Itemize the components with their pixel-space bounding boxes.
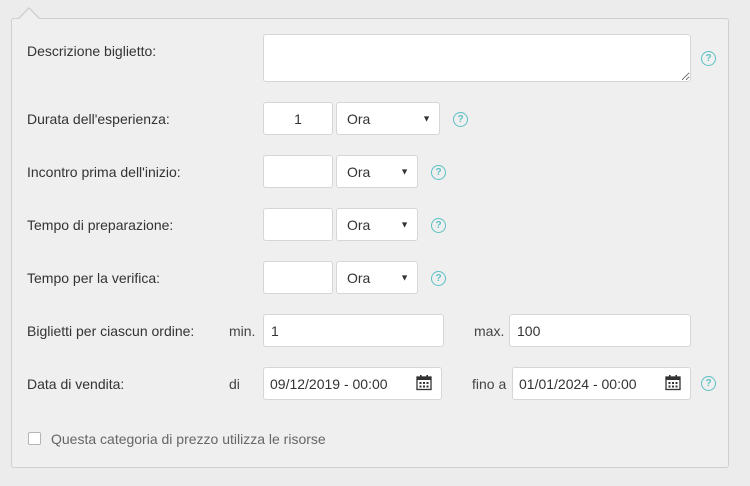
chevron-down-icon: ▼ bbox=[400, 219, 409, 229]
chevron-down-icon: ▼ bbox=[400, 272, 409, 282]
sale-date-to-input[interactable]: 01/01/2024 - 00:00 bbox=[512, 367, 691, 400]
duration-number-input[interactable]: 1 bbox=[263, 102, 333, 135]
tickets-min-input[interactable]: 1 bbox=[263, 314, 444, 347]
sale-date-to-label: fino a bbox=[472, 376, 507, 392]
duration-help-icon[interactable]: ? bbox=[453, 112, 468, 127]
chevron-down-icon: ▼ bbox=[400, 166, 409, 176]
preparation-unit-select[interactable]: Ora ▼ bbox=[336, 208, 418, 241]
description-label: Descrizione biglietto: bbox=[27, 43, 157, 59]
duration-label: Durata dell'esperienza: bbox=[27, 111, 170, 127]
sale-date-to-value: 01/01/2024 - 00:00 bbox=[519, 375, 637, 392]
preparation-unit-value: Ora bbox=[347, 216, 371, 233]
uses-resources-checkbox[interactable] bbox=[28, 432, 41, 445]
description-help-icon[interactable]: ? bbox=[701, 51, 716, 66]
sale-date-from-input[interactable]: 09/12/2019 - 00:00 bbox=[263, 367, 442, 400]
meeting-unit-value: Ora bbox=[347, 163, 371, 180]
tickets-max-value: 100 bbox=[517, 322, 541, 339]
verification-unit-select[interactable]: Ora ▼ bbox=[336, 261, 418, 294]
duration-unit-select[interactable]: Ora ▼ bbox=[336, 102, 440, 135]
duration-number-value: 1 bbox=[294, 110, 302, 127]
meeting-number-input[interactable] bbox=[263, 155, 333, 188]
preparation-help-icon[interactable]: ? bbox=[431, 218, 446, 233]
preparation-number-input[interactable] bbox=[263, 208, 333, 241]
description-textarea[interactable] bbox=[263, 34, 691, 82]
ticket-settings-panel bbox=[11, 18, 729, 468]
sale-date-label: Data di vendita: bbox=[27, 376, 125, 392]
preparation-label: Tempo di preparazione: bbox=[27, 217, 174, 233]
calendar-icon[interactable] bbox=[665, 374, 681, 393]
duration-unit-value: Ora bbox=[347, 110, 371, 127]
calendar-icon[interactable] bbox=[416, 374, 432, 393]
verification-label: Tempo per la verifica: bbox=[27, 270, 161, 286]
tickets-min-label: min. bbox=[229, 323, 256, 339]
verification-number-input[interactable] bbox=[263, 261, 333, 294]
popover-caret-fill bbox=[19, 9, 39, 19]
uses-resources-label[interactable]: Questa categoria di prezzo utilizza le r… bbox=[51, 431, 326, 447]
sale-date-help-icon[interactable]: ? bbox=[701, 376, 716, 391]
sale-date-from-value: 09/12/2019 - 00:00 bbox=[270, 375, 388, 392]
verification-unit-value: Ora bbox=[347, 269, 371, 286]
tickets-per-order-label: Biglietti per ciascun ordine: bbox=[27, 323, 195, 339]
tickets-min-value: 1 bbox=[271, 322, 279, 339]
meeting-unit-select[interactable]: Ora ▼ bbox=[336, 155, 418, 188]
tickets-max-label: max. bbox=[474, 323, 505, 339]
verification-help-icon[interactable]: ? bbox=[431, 271, 446, 286]
meeting-help-icon[interactable]: ? bbox=[431, 165, 446, 180]
sale-date-from-label: di bbox=[229, 376, 240, 392]
chevron-down-icon: ▼ bbox=[422, 113, 431, 123]
tickets-max-input[interactable]: 100 bbox=[509, 314, 691, 347]
meeting-label: Incontro prima dell'inizio: bbox=[27, 164, 181, 180]
